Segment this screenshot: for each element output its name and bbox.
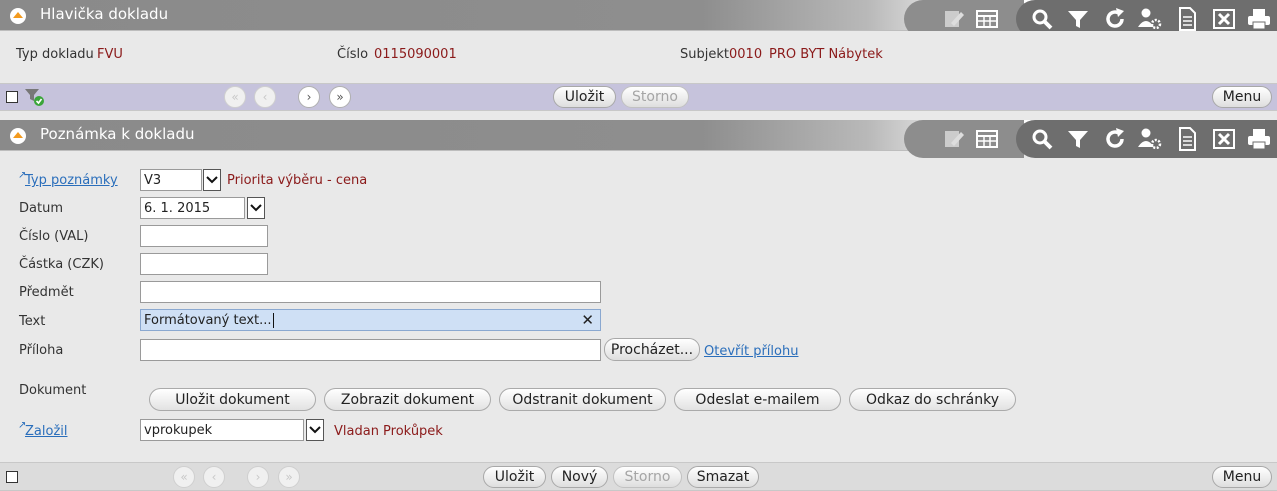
typ-poznamky-input[interactable]: V3 (140, 169, 202, 191)
text-input[interactable]: Formátovaný text... ✕ (140, 309, 601, 331)
text-cursor (272, 313, 274, 328)
note-panel-title: Poznámka k dokladu (40, 125, 195, 143)
filter-icon[interactable] (1065, 126, 1091, 152)
last-page-icon[interactable]: » (329, 86, 351, 108)
open-attachment-link[interactable]: Otevřít přílohu (704, 344, 798, 359)
menu-button[interactable]: Menu (1212, 86, 1272, 108)
delete-document-button[interactable]: Odstranit dokument (499, 388, 666, 411)
email-document-button[interactable]: Odeslat e-mailem (674, 388, 841, 411)
save-document-button[interactable]: Uložit dokument (149, 388, 316, 411)
zalozil-desc: Vladan Prokůpek (334, 424, 443, 439)
header-fields: Typ dokladu FVU Číslo 0115090001 Subjekt… (0, 31, 1277, 83)
filter-ok-icon[interactable] (24, 87, 46, 111)
select-checkbox[interactable] (6, 471, 18, 483)
datum-input[interactable]: 6. 1. 2015 (140, 197, 245, 219)
show-document-button[interactable]: Zobrazit dokument (324, 388, 491, 411)
typ-dokladu-label: Typ dokladu (16, 47, 94, 62)
collapse-icon[interactable] (10, 8, 26, 24)
document-icon[interactable] (1174, 126, 1200, 152)
clipboard-link-button[interactable]: Odkaz do schránky (849, 388, 1016, 411)
edit-icon[interactable] (941, 126, 967, 152)
filter-icon[interactable] (1065, 6, 1091, 32)
new-button[interactable]: Nový (551, 466, 608, 488)
typ-poznamky-desc: Priorita výběru - cena (227, 173, 368, 188)
first-page-icon[interactable]: « (224, 86, 246, 108)
predmet-input[interactable] (140, 281, 601, 303)
prev-page-icon[interactable]: ‹ (254, 86, 276, 108)
chevron-down-icon[interactable] (306, 419, 324, 441)
subjekt-code: 0010 (729, 47, 763, 62)
note-panel-titlebar: Poznámka k dokladu (0, 120, 1277, 158)
cislo-val-label: Číslo (VAL) (19, 229, 89, 244)
grid-icon[interactable] (974, 6, 1000, 32)
predmet-label: Předmět (19, 285, 74, 300)
zalozil-link[interactable]: Založil (25, 424, 68, 439)
castka-label: Částka (CZK) (19, 257, 104, 272)
user-settings-icon[interactable] (1137, 6, 1163, 32)
text-label: Text (19, 314, 46, 329)
document-icon[interactable] (1174, 6, 1200, 32)
collapse-icon[interactable] (10, 128, 26, 144)
first-page-icon[interactable]: « (173, 466, 195, 488)
print-icon[interactable] (1246, 6, 1272, 32)
clear-icon[interactable]: ✕ (581, 311, 594, 329)
toolbar-group-left (904, 120, 1024, 158)
subjekt-name: PRO BYT Nábytek (769, 47, 883, 62)
excel-icon[interactable] (1211, 126, 1237, 152)
menu-button[interactable]: Menu (1212, 466, 1272, 488)
edit-icon[interactable] (941, 6, 967, 32)
next-page-icon[interactable]: › (298, 86, 320, 108)
browse-button[interactable]: Procházet... (604, 338, 700, 361)
last-page-icon[interactable]: » (278, 466, 300, 488)
text-input-value: Formátovaný text... (144, 313, 272, 328)
grid-icon[interactable] (974, 126, 1000, 152)
typ-poznamky-link[interactable]: Typ poznámky (25, 173, 118, 188)
delete-button[interactable]: Smazat (687, 466, 759, 488)
cislo-val-input[interactable] (140, 225, 268, 247)
header-panel-title: Hlavička dokladu (40, 5, 169, 23)
search-icon[interactable] (1029, 126, 1055, 152)
priloha-label: Příloha (19, 343, 64, 358)
castka-input[interactable] (140, 253, 268, 275)
header-panel-titlebar: Hlavička dokladu (0, 0, 1277, 38)
bottom-nav-bar: « ‹ › » Uložit Nový Storno Smazat Menu (0, 462, 1277, 491)
priloha-input[interactable] (140, 339, 601, 361)
zalozil-input[interactable]: vprokupek (140, 419, 304, 441)
user-settings-icon[interactable] (1137, 126, 1163, 152)
select-checkbox[interactable] (6, 91, 18, 103)
datum-label: Datum (19, 201, 63, 216)
excel-icon[interactable] (1211, 6, 1237, 32)
next-page-icon[interactable]: › (247, 466, 269, 488)
typ-dokladu-value: FVU (97, 47, 123, 62)
subjekt-label: Subjekt (680, 47, 729, 62)
cislo-label: Číslo (337, 47, 369, 62)
save-button[interactable]: Uložit (553, 86, 616, 108)
chevron-down-icon[interactable] (247, 197, 265, 219)
search-icon[interactable] (1029, 6, 1055, 32)
cislo-value: 0115090001 (374, 47, 457, 62)
header-nav-bar: « ‹ › » Uložit Storno Menu (0, 83, 1277, 111)
cancel-button[interactable]: Storno (621, 86, 689, 108)
toolbar-group-right (1016, 120, 1277, 158)
save-button[interactable]: Uložit (483, 466, 546, 488)
chevron-down-icon[interactable] (203, 169, 221, 191)
prev-page-icon[interactable]: ‹ (203, 466, 225, 488)
print-icon[interactable] (1246, 126, 1272, 152)
refresh-icon[interactable] (1102, 6, 1128, 32)
refresh-icon[interactable] (1102, 126, 1128, 152)
dokument-label: Dokument (19, 383, 87, 398)
cancel-button[interactable]: Storno (613, 466, 682, 488)
